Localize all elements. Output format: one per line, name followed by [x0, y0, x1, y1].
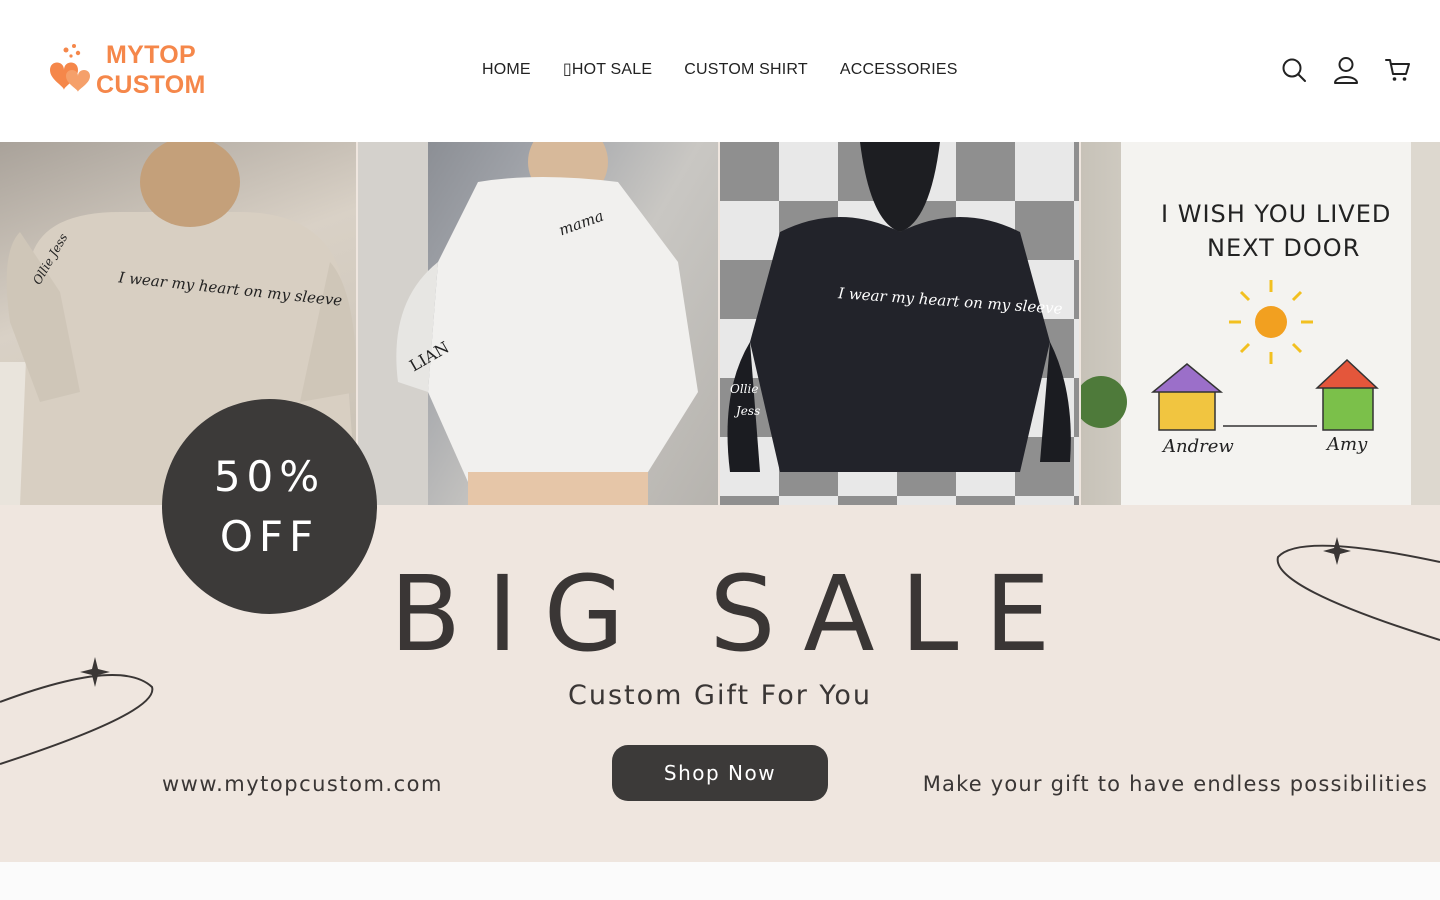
account-icon[interactable]: [1332, 54, 1360, 86]
banner-website-url: www.mytopcustom.com: [162, 772, 443, 796]
site-header: MYTOP CUSTOM HOME ▯HOT SALE CUSTOM SHIRT…: [0, 0, 1440, 142]
nav-item-accessories[interactable]: ACCESSORIES: [824, 58, 974, 84]
photo-custom-blanket: I WISH YOU LIVED NEXT DOOR Andrew Amy: [1081, 142, 1440, 505]
brand-line-2: CUSTOM: [96, 71, 206, 99]
banner-subtitle: Custom Gift For You: [568, 680, 872, 711]
header-actions: [1280, 54, 1412, 86]
photo-white-sweatshirt: mama LIAN: [358, 142, 718, 505]
nav-item-custom-shirt[interactable]: CUSTOM SHIRT: [668, 58, 824, 84]
brand-line-1: MYTOP: [106, 41, 196, 69]
blanket-name-2: Amy: [1327, 434, 1368, 455]
cart-icon[interactable]: [1384, 54, 1412, 86]
discount-badge: 50% OFF: [162, 399, 377, 614]
hearts-logo-icon: [44, 40, 100, 100]
discount-off: OFF: [219, 511, 320, 561]
nav-item-hot-sale[interactable]: ▯HOT SALE: [547, 58, 668, 84]
shop-now-button[interactable]: Shop Now: [612, 745, 828, 801]
hoodie-sleeve-name-2: Jess: [736, 404, 761, 418]
main-nav: HOME ▯HOT SALE CUSTOM SHIRT ACCESSORIES: [466, 58, 974, 84]
blanket-line-2: NEXT DOOR: [1207, 234, 1361, 262]
brand-logo[interactable]: MYTOP CUSTOM: [44, 40, 224, 104]
search-icon[interactable]: [1280, 54, 1308, 86]
hero-banner[interactable]: I wear my heart on my sleeve Ollie Jess …: [0, 142, 1440, 862]
blanket-line-1: I WISH YOU LIVED: [1161, 200, 1392, 228]
blanket-name-1: Andrew: [1163, 436, 1234, 457]
photo-black-hoodie: I wear my heart on my sleeve Ollie Jess: [720, 142, 1079, 505]
brand-name: MYTOP CUSTOM: [96, 40, 206, 100]
discount-percent: 50%: [213, 451, 326, 501]
nav-item-home[interactable]: HOME: [466, 58, 547, 84]
banner-tagline: Make your gift to have endless possibili…: [922, 772, 1428, 796]
next-section: [0, 862, 1440, 900]
hoodie-sleeve-name-1: Ollie: [730, 382, 759, 396]
